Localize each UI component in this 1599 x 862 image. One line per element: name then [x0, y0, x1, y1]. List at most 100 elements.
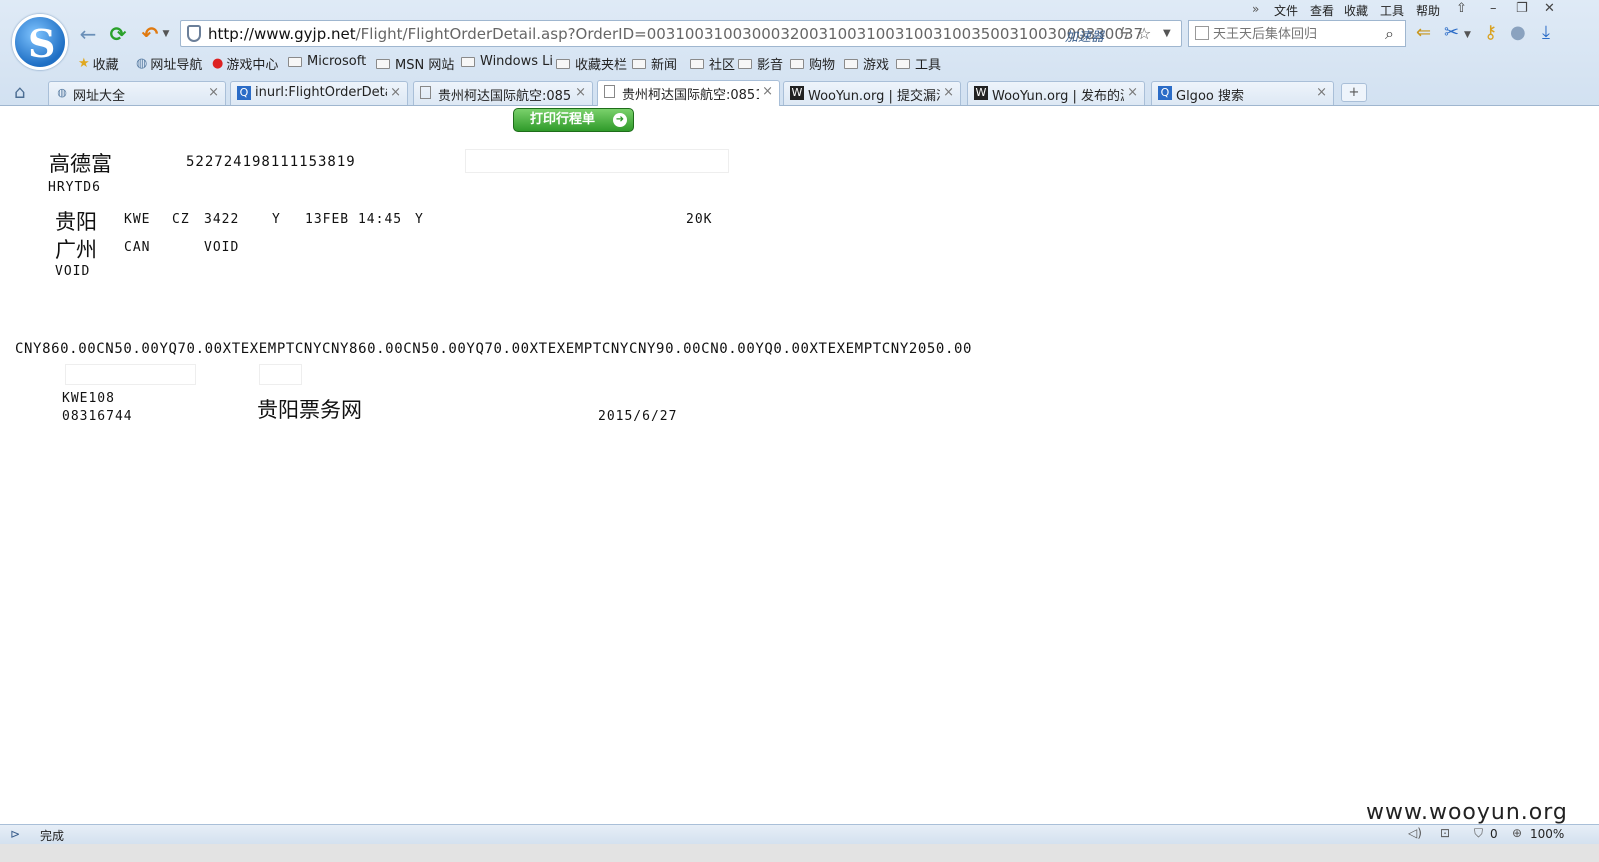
zoom-level[interactable]: 100% [1530, 827, 1564, 841]
scissors-dropdown-icon[interactable]: ▼ [1464, 30, 1471, 40]
bookmark-add-icon[interactable]: ⇐ [1416, 22, 1431, 43]
fav-item[interactable]: ★ 收藏 [78, 54, 119, 73]
page-icon [604, 85, 615, 98]
fav-item[interactable]: 游戏 [844, 54, 889, 73]
minimize-icon[interactable]: – [1490, 1, 1497, 16]
fav-item[interactable]: 工具 [896, 54, 941, 73]
print-itinerary-button[interactable]: 打印行程单 ➜ [513, 108, 634, 132]
void-label: VOID [55, 264, 91, 279]
fav-item[interactable]: ◍ 网址导航 [136, 54, 202, 73]
menu-view[interactable]: 查看 [1310, 2, 1334, 19]
fav-item[interactable]: 新闻 [632, 54, 677, 73]
fav-item[interactable]: ● 游戏中心 [212, 54, 278, 73]
tab[interactable]: W WooYun.org | 发布的漏 × [967, 81, 1145, 105]
zoom-icon[interactable]: ⊕ [1512, 826, 1522, 840]
folder-icon [690, 58, 704, 69]
tab[interactable]: Qinurl:FlightOrderDetail.× [230, 81, 408, 105]
star-icon[interactable]: ☆ [1137, 24, 1151, 43]
sidebar-toggle-icon[interactable]: ⊳ [10, 827, 20, 841]
speaker-icon[interactable]: ◁) [1408, 826, 1422, 840]
watermark: www.wooyun.org [1366, 800, 1568, 825]
menu-file[interactable]: 文件 [1274, 2, 1298, 19]
search-engine-icon[interactable] [1195, 26, 1209, 40]
menu-more-icon[interactable]: » [1252, 2, 1259, 16]
tab-close-icon[interactable]: × [208, 85, 219, 100]
page-content: 打印行程单 ➜ 高德富 522724198111153819 HRYTD6 贵阳 … [0, 106, 1599, 824]
skin-icon[interactable]: ⇧ [1456, 1, 1467, 16]
folder-icon [556, 58, 570, 69]
search-icon: Q [237, 86, 251, 100]
close-icon[interactable]: ✕ [1544, 1, 1555, 16]
flight-date-time: 13FEB 14:45 [305, 212, 403, 227]
wooyun-icon: W [974, 86, 988, 100]
status-bar: ⊳ 完成 ◁) ⊡ ⛉ 0 ⊕ 100% [0, 824, 1599, 844]
menu-help[interactable]: 帮助 [1416, 2, 1440, 19]
scissors-icon[interactable]: ✂ [1444, 22, 1459, 43]
to-city: 广州 [55, 238, 97, 262]
tab-bar: ⌂ ◍网址大全× Qinurl:FlightOrderDetail.× 贵州柯达… [0, 80, 1599, 106]
home-icon[interactable]: ⌂ [14, 82, 25, 103]
accelerator-label[interactable]: 加速器 [1065, 26, 1104, 45]
shield-counter-icon[interactable]: ⛉ [1474, 826, 1483, 841]
from-city: 贵阳 [55, 210, 97, 234]
folder-icon [738, 58, 752, 69]
key-icon[interactable]: ⚷ [1484, 22, 1497, 43]
wooyun-icon: W [790, 86, 804, 100]
tab[interactable]: Q Glgoo 搜索 × [1151, 81, 1334, 105]
tab[interactable]: ◍ 网址大全 × [48, 81, 226, 105]
search-icon: Q [1158, 86, 1172, 100]
lock-icon[interactable]: ⊡ [1440, 826, 1450, 840]
issue-date: 2015/6/27 [598, 409, 678, 424]
globe-icon: ◍ [57, 86, 67, 99]
tab-close-icon[interactable]: × [575, 85, 586, 100]
undo-dropdown-icon[interactable]: ▼ [160, 22, 172, 46]
fav-item[interactable]: Windows Li [461, 54, 553, 69]
search-box[interactable]: ⌕ [1188, 20, 1406, 47]
folder-icon [790, 58, 804, 69]
fav-item[interactable]: 影音 [738, 54, 783, 73]
tab-close-icon[interactable]: × [390, 85, 401, 100]
fare-breakdown: CNY860.00CN50.00YQ70.00XTEXEMPTCNYCNY860… [15, 341, 973, 357]
airline-code: CZ [172, 212, 190, 227]
lightning-icon[interactable]: ϟ [1119, 24, 1130, 43]
baggage-allowance: 20K [686, 212, 713, 227]
tab-active[interactable]: 贵州柯达国际航空:0851- × [597, 80, 780, 106]
fav-item[interactable]: 收藏夹栏 [556, 54, 627, 73]
tab-close-icon[interactable]: × [943, 85, 954, 100]
back-button[interactable]: ← [76, 22, 100, 46]
fav-item[interactable]: Microsoft [288, 54, 366, 69]
menu-tools[interactable]: 工具 [1380, 2, 1404, 19]
agency-name: 贵阳票务网 [257, 398, 362, 422]
undo-button[interactable]: ↶ [138, 22, 162, 46]
tab-close-icon[interactable]: × [1127, 85, 1138, 100]
tab[interactable]: W WooYun.org | 提交漏洞 × [783, 81, 961, 105]
fav-item[interactable]: 社区 [690, 54, 735, 73]
new-tab-button[interactable]: + [1341, 83, 1367, 102]
fav-item[interactable]: MSN 网站 [376, 54, 454, 73]
fav-item[interactable]: 购物 [790, 54, 835, 73]
status-text: 完成 [40, 829, 65, 843]
browser-logo[interactable]: S [12, 14, 68, 70]
empty-field [259, 364, 302, 385]
tab[interactable]: 贵州柯达国际航空:0851- × [413, 81, 593, 105]
empty-field [465, 149, 729, 173]
to-code: CAN [124, 240, 151, 255]
fare-class: Y [415, 212, 424, 227]
to-status: VOID [204, 240, 240, 255]
search-icon[interactable]: ⌕ [1385, 24, 1394, 44]
menu-favorites[interactable]: 收藏 [1344, 2, 1368, 19]
refresh-button[interactable]: ⟳ [106, 22, 130, 46]
blocked-count: 0 [1490, 827, 1498, 841]
url-text[interactable]: http://www.gyjp.net/Flight/FlightOrderDe… [208, 25, 1143, 43]
flight-number: 3422 [204, 212, 240, 227]
page-icon [420, 86, 431, 99]
dropdown-icon[interactable]: ▼ [1163, 28, 1171, 39]
chat-icon[interactable]: ● [1510, 22, 1526, 43]
tab-close-icon[interactable]: × [1316, 85, 1327, 100]
folder-icon [844, 58, 858, 69]
download-icon[interactable]: ⤓ [1542, 22, 1550, 43]
restore-icon[interactable]: ❐ [1516, 1, 1528, 16]
address-bar[interactable]: http://www.gyjp.net/Flight/FlightOrderDe… [180, 20, 1182, 47]
search-input[interactable] [1213, 24, 1379, 44]
tab-close-icon[interactable]: × [762, 84, 773, 99]
